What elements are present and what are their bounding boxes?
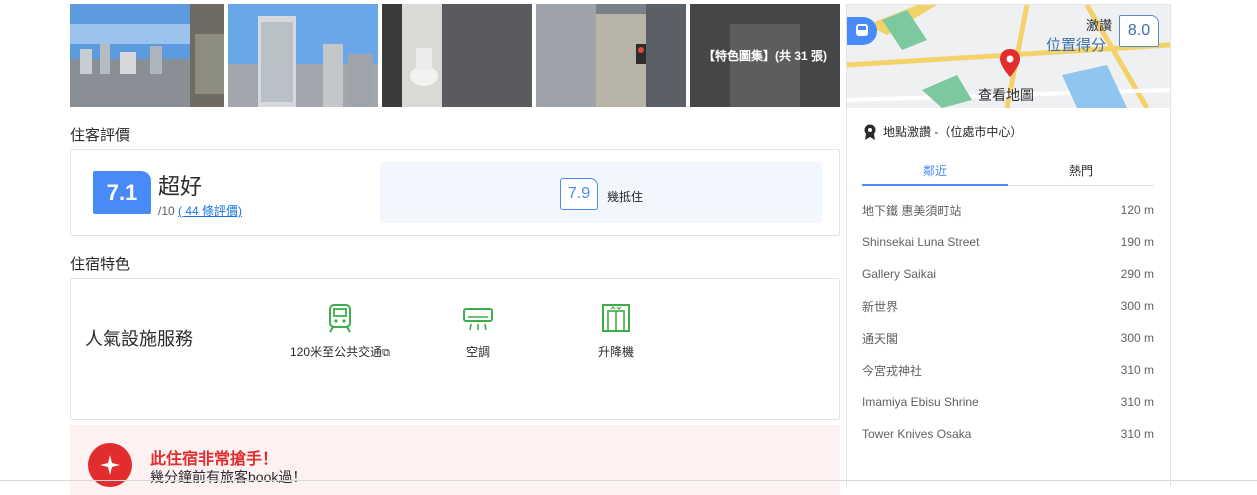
place-name: 新世界 bbox=[862, 299, 899, 314]
place-distance: 120 m bbox=[1120, 203, 1154, 217]
feature-public-transport[interactable]: 120米至公共交通⧉ bbox=[280, 303, 400, 360]
popularity-banner: 此住宿非常搶手！ 幾分鐘前有旅客book過！ bbox=[70, 425, 840, 495]
review-count-link[interactable]: ( 44 條評價) bbox=[178, 204, 242, 218]
place-distance: 290 m bbox=[1120, 267, 1154, 281]
feature-air-conditioning: 空調 bbox=[418, 303, 538, 360]
place-distance: 190 m bbox=[1120, 235, 1154, 249]
train-icon bbox=[329, 304, 351, 333]
sub-score-panel: 7.9 幾抵住 bbox=[380, 162, 822, 223]
active-tab-indicator bbox=[862, 184, 1008, 186]
place-name: 通天閣 bbox=[862, 331, 899, 346]
map-preview[interactable]: 激讚 位置得分 8.0 查看地圖 bbox=[847, 5, 1170, 110]
tab-popular[interactable]: 熱門 bbox=[1008, 162, 1154, 179]
features-section-title: 住宿特色 bbox=[70, 256, 131, 273]
list-item[interactable]: 今宮戎神社 310 m bbox=[862, 354, 1154, 386]
map-pin-icon bbox=[1000, 49, 1020, 77]
location-rating-word: 激讚 bbox=[1086, 18, 1113, 33]
photo-count-label: 【特色圖集】(共 31 張) bbox=[690, 4, 840, 107]
review-summary-card: 7.1 超好 /10 ( 44 條評價) 7.9 幾抵住 bbox=[70, 149, 840, 236]
popularity-title: 此住宿非常搶手！ bbox=[150, 451, 279, 468]
photo-bathroom-image bbox=[382, 4, 532, 107]
place-distance: 300 m bbox=[1120, 331, 1154, 345]
location-rating-score: 8.0 bbox=[1119, 15, 1159, 47]
location-rating-label: 位置得分 bbox=[1046, 37, 1107, 54]
photo-bathroom[interactable] bbox=[382, 4, 532, 107]
page-divider bbox=[0, 480, 1257, 481]
air-conditioner-icon bbox=[463, 308, 493, 331]
feature-label: 空調 bbox=[465, 345, 490, 359]
photo-more-button[interactable]: 【特色圖集】(共 31 張) bbox=[690, 4, 840, 107]
award-icon bbox=[864, 124, 876, 140]
photo-balcony-image bbox=[70, 4, 224, 107]
features-heading: 人氣設施服務 bbox=[85, 329, 193, 349]
list-item[interactable]: Shinsekai Luna Street 190 m bbox=[862, 226, 1154, 258]
view-map-link[interactable]: 查看地圖 bbox=[978, 85, 1034, 105]
place-distance: 300 m bbox=[1120, 299, 1154, 313]
photo-balcony-city-view[interactable] bbox=[70, 4, 224, 107]
photo-gallery: 【特色圖集】(共 31 張) bbox=[70, 4, 840, 107]
place-name: 今宮戎神社 bbox=[862, 363, 923, 378]
feature-label: 120米至公共交通 bbox=[290, 345, 383, 359]
place-name: Gallery Saikai bbox=[862, 267, 937, 281]
place-distance: 310 m bbox=[1120, 427, 1154, 441]
review-score-word: 超好 bbox=[158, 174, 203, 199]
photo-street-view[interactable] bbox=[536, 4, 686, 107]
feature-elevator: 升降機 bbox=[556, 303, 676, 360]
place-distance: 310 m bbox=[1120, 363, 1154, 377]
sub-score-badge: 7.9 bbox=[560, 178, 598, 210]
list-item[interactable]: Gallery Saikai 290 m bbox=[862, 258, 1154, 290]
train-badge-icon bbox=[847, 17, 877, 45]
tab-nearby[interactable]: 鄰近 bbox=[862, 162, 1008, 179]
score-out-of: /10 bbox=[158, 204, 175, 218]
place-name: Tower Knives Osaka bbox=[862, 427, 972, 441]
list-item[interactable]: Tower Knives Osaka 310 m bbox=[862, 418, 1154, 450]
features-card: 人氣設施服務 120米至公共交通⧉ 空調 升降機 bbox=[70, 278, 840, 420]
place-name: Shinsekai Luna Street bbox=[862, 235, 980, 249]
place-distance: 310 m bbox=[1120, 395, 1154, 409]
location-tabs: 鄰近 熱門 bbox=[862, 155, 1154, 186]
feature-label: 升降機 bbox=[597, 345, 634, 359]
sub-score-label: 幾抵住 bbox=[607, 190, 644, 204]
place-name: Imamiya Ebisu Shrine bbox=[862, 395, 979, 409]
place-name: 地下鐵 惠美須町站 bbox=[862, 203, 962, 218]
popularity-subtitle: 幾分鐘前有旅客book過！ bbox=[150, 469, 307, 485]
reviews-section-title: 住客評價 bbox=[70, 127, 131, 144]
photo-hotel-exterior[interactable] bbox=[228, 4, 378, 107]
list-item[interactable]: 通天閣 300 m bbox=[862, 322, 1154, 354]
location-heading: 地點激讚 -（位處市中心） bbox=[863, 123, 1022, 140]
review-score-badge: 7.1 bbox=[93, 171, 151, 214]
list-item[interactable]: 地下鐵 惠美須町站 120 m bbox=[862, 194, 1154, 226]
location-heading-text: 地點激讚 -（位處市中心） bbox=[883, 125, 1023, 139]
review-score-scale: /10 ( 44 條評價) bbox=[158, 202, 242, 219]
list-item[interactable]: 新世界 300 m bbox=[862, 290, 1154, 322]
photo-street-image bbox=[536, 4, 686, 107]
elevator-icon bbox=[602, 304, 630, 332]
external-link-icon: ⧉ bbox=[382, 347, 390, 359]
photo-exterior-image bbox=[228, 4, 378, 107]
list-item[interactable]: Imamiya Ebisu Shrine 310 m bbox=[862, 386, 1154, 418]
location-sidebar: 激讚 位置得分 8.0 查看地圖 地點激讚 -（位處市中心） 鄰近 熱門 地下鐵… bbox=[846, 4, 1171, 487]
